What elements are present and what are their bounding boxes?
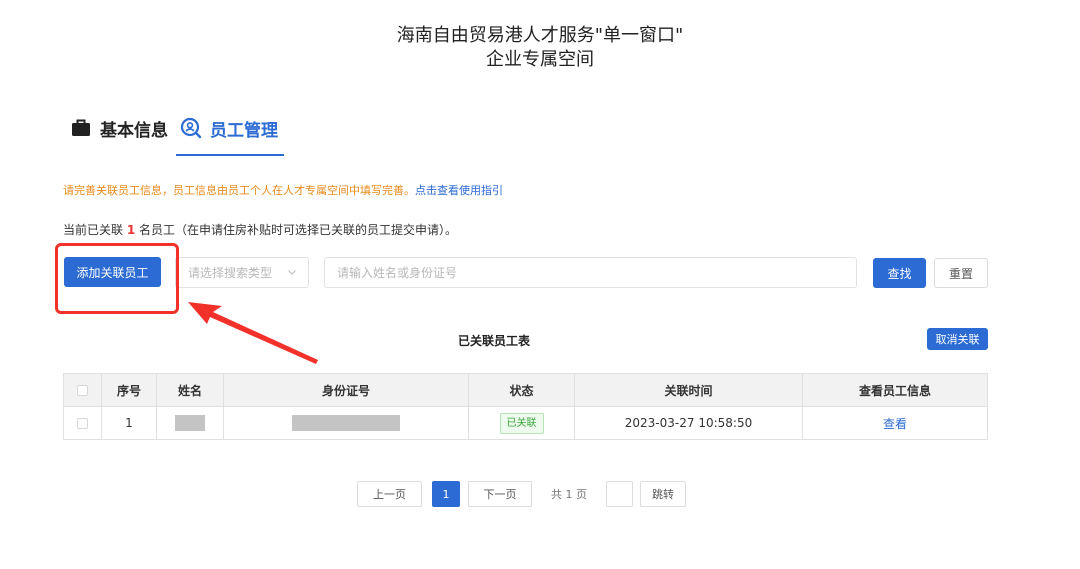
employee-table: 序号 姓名 身份证号 状态 关联时间 查看员工信息 1 已关联 2023-03-… bbox=[63, 373, 988, 440]
row-name-cell bbox=[156, 406, 224, 440]
reset-button[interactable]: 重置 bbox=[934, 258, 988, 288]
table-row: 1 已关联 2023-03-27 10:58:50 查看 bbox=[63, 406, 988, 440]
view-employee-link[interactable]: 查看 bbox=[883, 417, 907, 431]
notice-message: 请完善关联员工信息，员工信息由员工个人在人才专属空间中填写完善。 bbox=[63, 184, 415, 197]
linked-count: 1 bbox=[126, 223, 136, 237]
redacted-name bbox=[175, 415, 205, 431]
guide-link[interactable]: 点击查看使用指引 bbox=[415, 184, 503, 197]
search-type-select[interactable]: 请选择搜索类型 bbox=[175, 257, 309, 288]
search-button[interactable]: 查找 bbox=[873, 258, 926, 288]
row-id-cell bbox=[223, 406, 469, 440]
column-header-id-number: 身份证号 bbox=[223, 373, 469, 407]
briefcase-icon bbox=[72, 119, 90, 136]
row-view-cell: 查看 bbox=[802, 406, 988, 440]
row-select-cell[interactable] bbox=[63, 406, 102, 440]
tab-staff-management[interactable]: 员工管理 bbox=[180, 116, 278, 156]
linked-count-line: 当前已关联 1 名员工（在申请住房补贴时可选择已关联的员工提交申请）。 bbox=[63, 221, 457, 238]
column-header-view: 查看员工信息 bbox=[802, 373, 988, 407]
cancel-link-button[interactable]: 取消关联 bbox=[927, 328, 988, 350]
count-prefix: 当前已关联 bbox=[63, 223, 127, 237]
select-all-checkbox[interactable] bbox=[77, 385, 88, 396]
tab-basic-info[interactable]: 基本信息 bbox=[70, 116, 168, 156]
row-checkbox[interactable] bbox=[77, 418, 88, 429]
prev-page-button[interactable]: 上一页 bbox=[357, 481, 422, 507]
column-header-link-time: 关联时间 bbox=[574, 373, 803, 407]
status-badge: 已关联 bbox=[499, 412, 544, 434]
current-page-button[interactable]: 1 bbox=[432, 481, 460, 507]
annotation-arrow-icon bbox=[188, 302, 318, 364]
count-suffix: 名员工（在申请住房补贴时可选择已关联的员工提交申请）。 bbox=[135, 223, 458, 237]
jump-button[interactable]: 跳转 bbox=[640, 481, 686, 507]
row-status-cell: 已关联 bbox=[468, 406, 575, 440]
column-header-name: 姓名 bbox=[156, 373, 224, 407]
select-all-cell[interactable] bbox=[63, 373, 102, 407]
page-title: 海南自由贸易港人才服务"单一窗口" bbox=[396, 25, 684, 46]
next-page-button[interactable]: 下一页 bbox=[468, 481, 532, 507]
table-title: 已关联员工表 bbox=[458, 334, 531, 348]
search-type-placeholder: 请选择搜索类型 bbox=[188, 266, 273, 280]
table-header-row: 序号 姓名 身份证号 状态 关联时间 查看员工信息 bbox=[63, 373, 988, 407]
total-pages: 共 1 页 bbox=[551, 488, 587, 501]
tab-staff-management-label: 员工管理 bbox=[210, 121, 278, 141]
tab-basic-info-label: 基本信息 bbox=[100, 121, 168, 141]
page-jump-input[interactable] bbox=[606, 481, 633, 507]
active-tab-indicator bbox=[176, 154, 284, 156]
notice-text: 请完善关联员工信息，员工信息由员工个人在人才专属空间中填写完善。点击查看使用指引 bbox=[63, 182, 503, 198]
row-link-time: 2023-03-27 10:58:50 bbox=[574, 406, 803, 440]
redacted-id-number bbox=[292, 415, 400, 431]
search-input[interactable] bbox=[324, 257, 857, 288]
search-people-icon bbox=[180, 117, 202, 139]
column-header-index: 序号 bbox=[101, 373, 157, 407]
row-index: 1 bbox=[101, 406, 157, 440]
chevron-down-icon bbox=[288, 270, 296, 275]
column-header-status: 状态 bbox=[468, 373, 575, 407]
page-subtitle: 企业专属空间 bbox=[486, 49, 594, 70]
highlight-box bbox=[55, 243, 179, 314]
